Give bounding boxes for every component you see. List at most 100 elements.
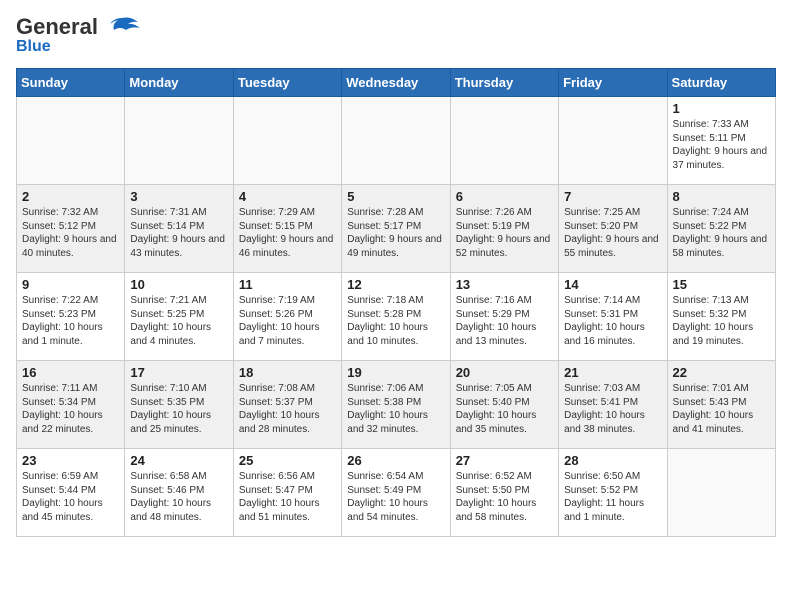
week-row-2: 2Sunrise: 7:32 AM Sunset: 5:12 PM Daylig… xyxy=(17,185,776,273)
day-number: 26 xyxy=(347,453,444,468)
day-info: Sunrise: 7:24 AM Sunset: 5:22 PM Dayligh… xyxy=(673,206,770,260)
day-number: 3 xyxy=(130,189,227,204)
day-number: 13 xyxy=(456,277,553,292)
calendar-cell: 5Sunrise: 7:28 AM Sunset: 5:17 PM Daylig… xyxy=(342,185,450,273)
col-header-tuesday: Tuesday xyxy=(233,69,341,97)
calendar-table: SundayMondayTuesdayWednesdayThursdayFrid… xyxy=(16,68,776,537)
week-row-1: 1 Sunrise: 7:33 AM Sunset: 5:11 PM Daylig… xyxy=(17,97,776,185)
day-info: Sunrise: 7:18 AM Sunset: 5:28 PM Dayligh… xyxy=(347,294,444,348)
day-info: Sunrise: 7:26 AM Sunset: 5:19 PM Dayligh… xyxy=(456,206,553,260)
calendar-cell xyxy=(667,449,775,537)
day-info: Sunrise: 6:52 AM Sunset: 5:50 PM Dayligh… xyxy=(456,470,553,524)
logo: General Blue xyxy=(16,16,140,56)
calendar-cell xyxy=(342,97,450,185)
day-number: 25 xyxy=(239,453,336,468)
day-info: Sunrise: 7:03 AM Sunset: 5:41 PM Dayligh… xyxy=(564,382,661,436)
day-info: Sunrise: 7:29 AM Sunset: 5:15 PM Dayligh… xyxy=(239,206,336,260)
day-info: Sunrise: 7:14 AM Sunset: 5:31 PM Dayligh… xyxy=(564,294,661,348)
day-number: 28 xyxy=(564,453,661,468)
calendar-cell: 16 Sunrise: 7:11 AM Sunset: 5:34 PM Dayli… xyxy=(17,361,125,449)
day-number: 24 xyxy=(130,453,227,468)
day-number: 20 xyxy=(456,365,553,380)
day-info: Sunrise: 7:25 AM Sunset: 5:20 PM Dayligh… xyxy=(564,206,661,260)
week-row-3: 9 Sunrise: 7:22 AM Sunset: 5:23 PM Daylig… xyxy=(17,273,776,361)
day-info: Sunrise: 7:22 AM Sunset: 5:23 PM Dayligh… xyxy=(22,294,119,348)
calendar-cell: 11 Sunrise: 7:19 AM Sunset: 5:26 PM Dayli… xyxy=(233,273,341,361)
calendar-cell: 7 Sunrise: 7:25 AM Sunset: 5:20 PM Daylig… xyxy=(559,185,667,273)
calendar-cell xyxy=(125,97,233,185)
calendar-cell: 23Sunrise: 6:59 AM Sunset: 5:44 PM Dayli… xyxy=(17,449,125,537)
day-info: Sunrise: 7:10 AM Sunset: 5:35 PM Dayligh… xyxy=(130,382,227,436)
calendar-header-row: SundayMondayTuesdayWednesdayThursdayFrid… xyxy=(17,69,776,97)
day-number: 6 xyxy=(456,189,553,204)
col-header-friday: Friday xyxy=(559,69,667,97)
day-number: 8 xyxy=(673,189,770,204)
day-number: 12 xyxy=(347,277,444,292)
day-info: Sunrise: 7:33 AM Sunset: 5:11 PM Dayligh… xyxy=(673,118,770,172)
col-header-saturday: Saturday xyxy=(667,69,775,97)
calendar-cell: 4 Sunrise: 7:29 AM Sunset: 5:15 PM Daylig… xyxy=(233,185,341,273)
day-info: Sunrise: 7:16 AM Sunset: 5:29 PM Dayligh… xyxy=(456,294,553,348)
day-info: Sunrise: 6:56 AM Sunset: 5:47 PM Dayligh… xyxy=(239,470,336,524)
day-number: 21 xyxy=(564,365,661,380)
calendar-cell: 8 Sunrise: 7:24 AM Sunset: 5:22 PM Daylig… xyxy=(667,185,775,273)
day-info: Sunrise: 7:19 AM Sunset: 5:26 PM Dayligh… xyxy=(239,294,336,348)
calendar-cell: 28 Sunrise: 6:50 AM Sunset: 5:52 PM Dayli… xyxy=(559,449,667,537)
logo-bird-icon xyxy=(104,16,140,34)
day-number: 17 xyxy=(130,365,227,380)
calendar-cell: 20 Sunrise: 7:05 AM Sunset: 5:40 PM Dayli… xyxy=(450,361,558,449)
day-number: 1 xyxy=(673,101,770,116)
day-info: Sunrise: 6:59 AM Sunset: 5:44 PM Dayligh… xyxy=(22,470,119,524)
col-header-wednesday: Wednesday xyxy=(342,69,450,97)
day-number: 15 xyxy=(673,277,770,292)
col-header-monday: Monday xyxy=(125,69,233,97)
calendar-cell xyxy=(559,97,667,185)
logo-general: General xyxy=(16,14,98,39)
day-number: 11 xyxy=(239,277,336,292)
calendar-cell: 24 Sunrise: 6:58 AM Sunset: 5:46 PM Dayli… xyxy=(125,449,233,537)
calendar-cell: 9 Sunrise: 7:22 AM Sunset: 5:23 PM Daylig… xyxy=(17,273,125,361)
calendar-cell: 25 Sunrise: 6:56 AM Sunset: 5:47 PM Dayli… xyxy=(233,449,341,537)
day-info: Sunrise: 6:50 AM Sunset: 5:52 PM Dayligh… xyxy=(564,470,661,524)
calendar-cell: 13 Sunrise: 7:16 AM Sunset: 5:29 PM Dayli… xyxy=(450,273,558,361)
calendar-cell: 12 Sunrise: 7:18 AM Sunset: 5:28 PM Dayli… xyxy=(342,273,450,361)
col-header-thursday: Thursday xyxy=(450,69,558,97)
week-row-4: 16 Sunrise: 7:11 AM Sunset: 5:34 PM Dayli… xyxy=(17,361,776,449)
day-number: 4 xyxy=(239,189,336,204)
day-info: Sunrise: 7:13 AM Sunset: 5:32 PM Dayligh… xyxy=(673,294,770,348)
day-info: Sunrise: 7:06 AM Sunset: 5:38 PM Dayligh… xyxy=(347,382,444,436)
calendar-cell xyxy=(233,97,341,185)
page-header: General Blue xyxy=(16,16,776,56)
calendar-cell: 1 Sunrise: 7:33 AM Sunset: 5:11 PM Daylig… xyxy=(667,97,775,185)
day-info: Sunrise: 7:01 AM Sunset: 5:43 PM Dayligh… xyxy=(673,382,770,436)
day-info: Sunrise: 7:31 AM Sunset: 5:14 PM Dayligh… xyxy=(130,206,227,260)
day-number: 19 xyxy=(347,365,444,380)
day-info: Sunrise: 7:28 AM Sunset: 5:17 PM Dayligh… xyxy=(347,206,444,260)
calendar-cell: 3 Sunrise: 7:31 AM Sunset: 5:14 PM Daylig… xyxy=(125,185,233,273)
calendar-cell: 26 Sunrise: 6:54 AM Sunset: 5:49 PM Dayli… xyxy=(342,449,450,537)
calendar-cell: 19 Sunrise: 7:06 AM Sunset: 5:38 PM Dayli… xyxy=(342,361,450,449)
day-info: Sunrise: 7:11 AM Sunset: 5:34 PM Dayligh… xyxy=(22,382,119,436)
day-info: Sunrise: 6:54 AM Sunset: 5:49 PM Dayligh… xyxy=(347,470,444,524)
calendar-cell: 6 Sunrise: 7:26 AM Sunset: 5:19 PM Daylig… xyxy=(450,185,558,273)
day-number: 16 xyxy=(22,365,119,380)
calendar-cell: 18Sunrise: 7:08 AM Sunset: 5:37 PM Dayli… xyxy=(233,361,341,449)
logo-blue-text: Blue xyxy=(16,38,51,56)
calendar-cell xyxy=(17,97,125,185)
calendar-cell: 14 Sunrise: 7:14 AM Sunset: 5:31 PM Dayli… xyxy=(559,273,667,361)
col-header-sunday: Sunday xyxy=(17,69,125,97)
day-info: Sunrise: 7:32 AM Sunset: 5:12 PM Dayligh… xyxy=(22,206,119,260)
calendar-cell: 17 Sunrise: 7:10 AM Sunset: 5:35 PM Dayli… xyxy=(125,361,233,449)
day-info: Sunrise: 7:21 AM Sunset: 5:25 PM Dayligh… xyxy=(130,294,227,348)
day-info: Sunrise: 7:08 AM Sunset: 5:37 PM Dayligh… xyxy=(239,382,336,436)
day-number: 7 xyxy=(564,189,661,204)
day-info: Sunrise: 6:58 AM Sunset: 5:46 PM Dayligh… xyxy=(130,470,227,524)
calendar-cell: 10 Sunrise: 7:21 AM Sunset: 5:25 PM Dayli… xyxy=(125,273,233,361)
day-number: 10 xyxy=(130,277,227,292)
day-number: 9 xyxy=(22,277,119,292)
day-number: 27 xyxy=(456,453,553,468)
day-number: 22 xyxy=(673,365,770,380)
day-info: Sunrise: 7:05 AM Sunset: 5:40 PM Dayligh… xyxy=(456,382,553,436)
day-number: 14 xyxy=(564,277,661,292)
calendar-cell: 21 Sunrise: 7:03 AM Sunset: 5:41 PM Dayli… xyxy=(559,361,667,449)
